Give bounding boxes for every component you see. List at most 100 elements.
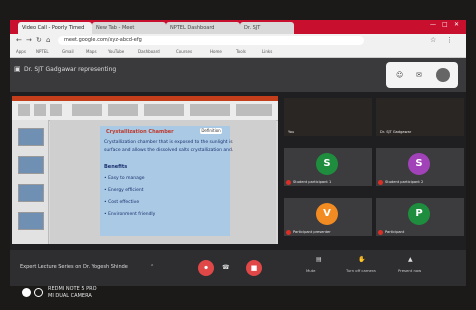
chevron-up-icon[interactable]: ⌃ [150,264,154,270]
star-icon[interactable]: ☆ [430,36,436,44]
close-icon[interactable]: ✕ [454,21,459,28]
participant-name: Student participant 1 [293,180,332,184]
address-field[interactable]: meet.google.com/xyz-abcd-efg [58,36,364,45]
action-label[interactable]: Mute [306,268,316,273]
bullet-text: Environment friendly [108,212,156,217]
header-controls: ☺ ✉ [386,62,458,88]
participant-name: You [288,130,295,134]
participant-tile[interactable]: You [284,98,372,136]
browser-tab[interactable]: New Tab - Meet [92,22,166,34]
mic-off-button[interactable]: ⚫ [198,260,214,276]
participant-tile[interactable]: Dr. SJT Gadgawar [376,98,464,136]
bookmark-item[interactable]: Links [262,48,272,56]
chat-icon[interactable]: ✉ [416,71,422,79]
bookmark-item[interactable]: YouTube [108,48,124,56]
participant-avatar: S [408,153,430,175]
ribbon-button[interactable] [18,104,30,116]
participant-tile[interactable]: V Participant presenter [284,198,372,236]
bookmark-item[interactable]: Dashboard [138,48,160,56]
ribbon-button[interactable] [108,104,138,116]
ribbon-button[interactable] [72,104,102,116]
meeting-name[interactable]: Expert Lecture Series on Dr. Yogesh Shin… [20,264,128,270]
ribbon-button[interactable] [34,104,46,116]
watermark-dot-icon [22,288,31,297]
tab-label: Dr. SJT [244,25,261,31]
meeting-content: Crystallization Chamber Definition Cryst… [10,92,466,250]
bullet-text: Energy efficient [108,188,144,193]
current-slide: Crystallization Chamber Definition Cryst… [100,126,233,236]
bookmark-item[interactable]: Apps [16,48,26,56]
bookmark-item[interactable]: NPTEL [36,48,49,56]
back-icon[interactable]: ← [16,36,22,44]
minimize-icon[interactable]: — [430,21,436,28]
people-icon[interactable]: ☺ [396,71,403,79]
action-label[interactable]: Present now [398,268,421,273]
laptop-screen: Video Call - Poorly Timed New Tab - Meet… [10,20,466,286]
bookmark-item[interactable]: Tools [236,48,246,56]
slide-benefits-heading: Benefits [104,164,128,170]
reload-icon[interactable]: ↻ [36,36,42,44]
slide-bullet: • Easy to manage [104,176,145,181]
participant-tile[interactable]: S Student participant 1 [284,148,372,186]
camera-off-button[interactable]: ■ [246,260,262,276]
bullet-text: Easy to manage [108,176,145,181]
browser-tab[interactable]: NPTEL Dashboard [166,22,240,34]
watermark-line: REDMI NOTE 5 PRO [48,286,97,292]
ppt-title-bar [12,96,278,101]
participant-avatar: S [316,153,338,175]
slide-bullet: • Cost effective [104,200,140,205]
participant-name: Student participant 2 [385,180,424,184]
browser-tab[interactable]: Dr. SJT [240,22,294,34]
slide-title: Crystallization Chamber [106,129,174,135]
participant-tile[interactable]: P Participant [376,198,464,236]
bookmark-item[interactable]: Maps [86,48,97,56]
slide-canvas: Crystallization Chamber Definition Cryst… [50,120,276,244]
camera-off-icon: ■ [250,264,258,272]
meeting-title: Dr. SJT Gadgawar representing [24,66,117,73]
ribbon-button[interactable] [144,104,184,116]
slide-thumbnail[interactable] [18,212,44,230]
mic-off-icon [286,180,291,185]
ribbon-button[interactable] [236,104,272,116]
action-label[interactable]: Turn off camera [346,268,376,273]
bookmark-item[interactable]: Courses [176,48,192,56]
ribbon-button[interactable] [50,104,62,116]
participant-name: Participant presenter [293,230,331,234]
presentation-icon: ▣ [14,65,21,73]
forward-icon[interactable]: → [26,36,32,44]
shared-presentation: Crystallization Chamber Definition Cryst… [12,96,278,244]
mic-off-icon: ⚫ [203,264,209,272]
slide-badge: Definition [200,128,222,134]
participant-grid: You Dr. SJT Gadgawar S Student participa… [282,92,466,250]
browser-tab[interactable]: Video Call - Poorly Timed [18,22,92,34]
menu-icon[interactable]: ⋮ [446,36,453,44]
avatar[interactable] [436,68,450,82]
slide-thumbnails [12,120,49,244]
participant-name: Participant [385,230,405,234]
hand-icon[interactable]: ✋ [358,256,365,263]
slide-bullet: • Environment friendly [104,212,156,217]
bullet-text: Cost effective [108,200,140,205]
participant-avatar: P [408,203,430,225]
captions-icon[interactable]: ▤ [316,256,322,263]
participant-tile[interactable]: S Student participant 2 [376,148,464,186]
slide-thumbnail[interactable] [18,184,44,202]
tab-label: New Tab - Meet [96,25,135,31]
slide-thumbnail[interactable] [18,156,44,174]
mic-off-icon [378,180,383,185]
end-call-icon[interactable]: ☎ [222,264,229,271]
call-controls-bar: Expert Lecture Series on Dr. Yogesh Shin… [10,250,466,286]
slide-text-line: Crystallization chamber that is exposed … [104,140,233,145]
watermark-text: REDMI NOTE 5 PRO MI DUAL CAMERA [48,286,97,300]
home-icon[interactable]: ⌂ [46,36,50,44]
mic-off-icon [286,230,291,235]
slide-thumbnail[interactable] [18,128,44,146]
present-icon[interactable]: ▲ [408,256,413,263]
mic-off-icon [378,230,383,235]
maximize-icon[interactable]: □ [442,21,448,28]
ribbon-button[interactable] [190,104,230,116]
bookmark-item[interactable]: Gmail [62,48,74,56]
bookmark-item[interactable]: Home [210,48,222,56]
participant-name: Dr. SJT Gadgawar [380,130,412,134]
meeting-header: ▣ Dr. SJT Gadgawar representing ☺ ✉ [10,58,466,92]
